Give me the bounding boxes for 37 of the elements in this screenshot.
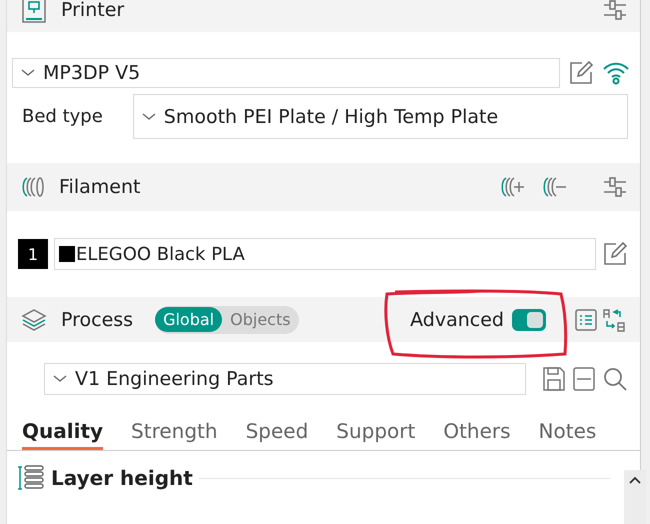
process-preset-select[interactable]: V1 Engineering Parts (44, 363, 526, 395)
scope-toggle[interactable]: Objects (222, 307, 299, 332)
sliders-icon[interactable] (602, 175, 628, 199)
section-title: Filament (59, 176, 142, 198)
section-title: Process (61, 308, 134, 330)
advanced-switch[interactable] (512, 308, 546, 330)
layer-height-icon (17, 463, 45, 493)
scope-toggle[interactable]: Global (155, 307, 222, 332)
edit-icon[interactable] (568, 60, 594, 86)
wifi-icon[interactable] (602, 60, 630, 86)
sliders-icon[interactable] (602, 0, 628, 22)
edit-icon[interactable] (602, 241, 628, 267)
settings-tab[interactable]: Speed (246, 419, 308, 450)
advanced-label: Advanced (410, 308, 504, 330)
filament-spool-icon (21, 175, 45, 199)
settings-tab[interactable]: Others (443, 419, 511, 450)
chevron-down-icon (21, 69, 35, 77)
delete-icon[interactable] (572, 366, 596, 392)
settings-tab[interactable]: Notes (538, 419, 596, 450)
filament-select[interactable]: ELEGOO Black PLA (54, 238, 596, 270)
settings-tab[interactable]: Quality (22, 419, 104, 450)
save-icon[interactable] (542, 366, 566, 392)
layers-icon (21, 306, 47, 332)
search-icon[interactable] (602, 366, 628, 392)
list-icon[interactable] (574, 308, 598, 332)
printer-icon (21, 0, 47, 24)
settings-tab[interactable]: Strength (131, 419, 218, 450)
chevron-down-icon (53, 375, 67, 383)
chevron-down-icon (142, 112, 156, 120)
bed-type-select[interactable]: Smooth PEI Plate / High Temp Plate (132, 94, 628, 139)
scrollbar[interactable] (624, 470, 646, 524)
settings-tab[interactable]: Support (336, 419, 416, 450)
printer-select[interactable]: MP3DP V5 (12, 58, 560, 88)
field-label: Bed type (22, 106, 103, 127)
section-heading: Layer height (51, 466, 193, 490)
filament-index: 1 (18, 239, 48, 269)
section-title: Printer (61, 0, 126, 21)
